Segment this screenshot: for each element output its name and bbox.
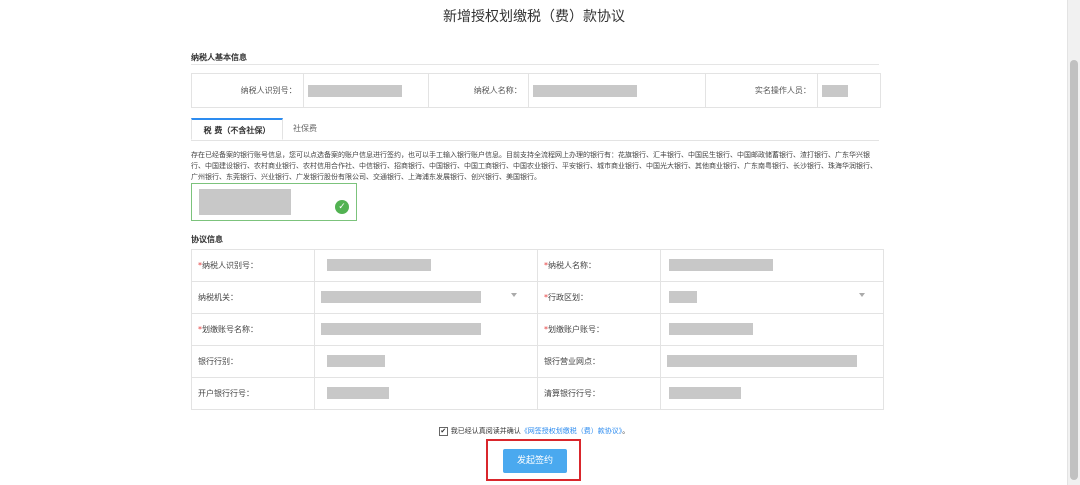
chevron-down-icon (859, 292, 865, 297)
field-label: *划缴账号名称： (191, 313, 315, 346)
protocol-heading: 协议信息 (191, 235, 223, 244)
tab-bar: 税 费（不含社保） 社保费 (191, 118, 879, 141)
field-label: 纳税机关： (191, 281, 315, 314)
field-label: 银行行别： (191, 345, 315, 378)
taxpayer-id-label: 纳税人识别号： (240, 86, 297, 95)
page: 新增授权划缴税（费）款协议 纳税人基本信息 纳税人识别号： 纳税人名称： 实名操… (0, 0, 1080, 485)
clearing-bank-code-field[interactable] (660, 377, 884, 410)
basic-info-row: 纳税人识别号： 纳税人名称： 实名操作人员： (191, 73, 881, 108)
tab-tax-fee[interactable]: 税 费（不含社保） (191, 118, 283, 140)
opening-bank-code-field[interactable] (314, 377, 538, 410)
tab-social-security[interactable]: 社保费 (287, 118, 323, 140)
operator-value (816, 74, 880, 107)
taxpayer-id-field[interactable] (314, 249, 538, 282)
table-row: 银行行别： 银行营业网点： (191, 345, 884, 378)
taxpayer-name-field[interactable] (660, 249, 884, 282)
operator-label: 实名操作人员： (705, 74, 817, 107)
taxpayer-id-value (302, 74, 428, 107)
bank-type-field[interactable] (314, 345, 538, 378)
agreement-link[interactable]: 《网签授权划缴税（费）款协议》 (521, 427, 623, 435)
table-row: 开户银行行号： 清算银行行号： (191, 377, 884, 410)
agreement-checkbox[interactable]: ✔ (438, 426, 448, 436)
tax-authority-select[interactable] (314, 281, 538, 314)
account-name-field[interactable] (314, 313, 538, 346)
protocol-table: *纳税人识别号： *纳税人名称： 纳税机关： *行政区划： *划缴账号名称： *… (191, 249, 884, 410)
field-label: *行政区划： (537, 281, 661, 314)
chevron-down-icon (511, 292, 517, 297)
field-label: 清算银行行号： (537, 377, 661, 410)
divider (191, 64, 879, 65)
table-row: 纳税机关： *行政区划： (191, 281, 884, 314)
bank-account-card[interactable]: ✓ (191, 183, 357, 221)
check-circle-icon: ✓ (335, 200, 349, 214)
taxpayer-name-label: 纳税人名称： (427, 74, 528, 107)
field-label: 开户银行行号： (191, 377, 315, 410)
field-label: 银行营业网点： (537, 345, 661, 378)
admin-region-select[interactable] (660, 281, 884, 314)
bank-notice: 存在已经备案的银行账号信息，您可以点选备案的账户信息进行签约，也可以手工输入银行… (191, 151, 877, 181)
scrollbar-thumb[interactable] (1070, 60, 1078, 480)
page-title: 新增授权划缴税（费）款协议 (443, 9, 625, 25)
bank-branch-field[interactable] (660, 345, 884, 378)
taxpayer-name-value (527, 74, 705, 107)
field-label: *划缴账户账号： (537, 313, 661, 346)
bank-account-value (199, 189, 291, 215)
table-row: *划缴账号名称： *划缴账户账号： (191, 313, 884, 346)
scrollbar[interactable] (1067, 0, 1080, 485)
basic-info-heading: 纳税人基本信息 (191, 53, 247, 62)
agreement-line: ✔ 我已经认真阅读并确认《网签授权划缴税（费）款协议》。 (438, 426, 630, 436)
submit-sign-button[interactable]: 发起签约 (503, 449, 567, 473)
table-row: *纳税人识别号： *纳税人名称： (191, 249, 884, 282)
field-label: *纳税人名称： (537, 249, 661, 282)
field-label: *纳税人识别号： (191, 249, 315, 282)
account-number-field[interactable] (660, 313, 884, 346)
